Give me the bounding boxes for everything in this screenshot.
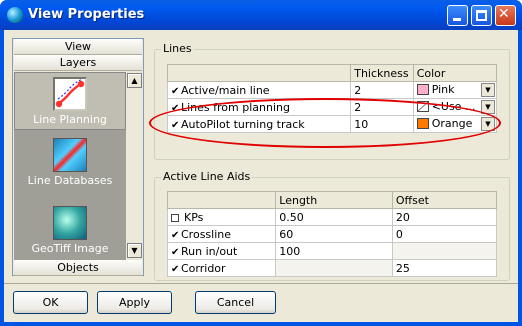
length-cell[interactable]: 0.50 (275, 208, 393, 226)
table-row: ✔ Lines from planning 2 <Use ... ▼ (166, 98, 498, 116)
close-icon[interactable]: ✕ (495, 5, 516, 26)
cancel-button[interactable]: Cancel (195, 291, 276, 314)
table-row: ✔ Active/main line 2 Pink ▼ (166, 81, 498, 99)
view-tab[interactable]: View (14, 39, 142, 55)
offset-cell[interactable]: 0 (391, 225, 498, 243)
table-row: ✔ Crossline 60 0 (166, 225, 498, 243)
scroll-up-icon[interactable]: ▲ (127, 73, 142, 88)
app-icon (7, 7, 23, 23)
active-line-aids-group: Active Line Aids Length Offset KPs 0.50 … (154, 170, 510, 281)
color-dropdown-icon[interactable]: ▼ (481, 117, 495, 131)
color-cell[interactable]: <Use ... ▼ (412, 98, 498, 116)
layers-tab[interactable]: Layers (14, 55, 142, 71)
pink-swatch (416, 84, 429, 95)
lines-group: Lines Thickness Color ✔ Active/main line … (154, 42, 510, 160)
ok-button[interactable]: OK (13, 291, 88, 314)
lines-table: Thickness Color ✔ Active/main line 2 Pink… (166, 64, 498, 133)
line-name-cell[interactable]: ✔ Active/main line (166, 81, 352, 99)
view-properties-window: View Properties ✕ View Layers Line Plann… (0, 0, 522, 326)
color-dropdown-icon[interactable]: ▼ (481, 100, 495, 114)
kps-checkbox[interactable] (171, 213, 179, 222)
run-in-out-checkbox[interactable]: ✔ (171, 247, 181, 258)
corridor-checkbox[interactable]: ✔ (171, 264, 181, 275)
line-databases-label: Line Databases (27, 174, 113, 187)
crossline-checkbox[interactable]: ✔ (171, 230, 181, 241)
geotiff-image-icon (53, 206, 87, 240)
aid-name-cell[interactable]: ✔ Run in/out (166, 242, 277, 260)
geotiff-image-label: GeoTiff Image (31, 242, 109, 255)
aid-name-cell[interactable]: ✔ Crossline (166, 225, 277, 243)
scroll-down-icon[interactable]: ▼ (127, 243, 142, 258)
aids-header-offset: Offset (391, 191, 498, 209)
sidebar-item-geotiff-image[interactable]: GeoTiff Image (14, 206, 126, 255)
divider (4, 283, 518, 284)
sidebar-item-line-planning[interactable]: Line Planning (14, 72, 126, 130)
length-cell[interactable]: 100 (275, 242, 393, 260)
title-bar[interactable]: View Properties ✕ (0, 0, 522, 30)
sidebar-item-line-databases[interactable]: Line Databases (14, 138, 126, 187)
offset-cell[interactable]: 25 (391, 259, 498, 277)
aids-header-name (166, 191, 277, 209)
category-panel: View Layers Line Planning Line Databases… (12, 38, 144, 276)
active-line-aids-title: Active Line Aids (161, 170, 253, 183)
use-default-swatch (416, 101, 429, 112)
active-main-line-checkbox[interactable]: ✔ (171, 86, 181, 97)
lines-header-color: Color (412, 64, 498, 82)
thickness-cell[interactable]: 2 (350, 81, 414, 99)
orange-swatch (416, 118, 429, 129)
objects-tab[interactable]: Objects (14, 260, 142, 276)
aid-name-cell[interactable]: ✔ Corridor (166, 259, 277, 277)
lines-header-name (166, 64, 352, 82)
aids-table: Length Offset KPs 0.50 20 ✔ Crossline 60 … (166, 191, 498, 277)
thickness-cell[interactable]: 10 (350, 115, 414, 133)
dialog-body: View Layers Line Planning Line Databases… (4, 30, 518, 322)
maximize-icon[interactable] (471, 5, 492, 26)
table-row: ✔ Corridor 25 (166, 259, 498, 277)
table-row: ✔ Run in/out 100 (166, 242, 498, 260)
apply-button[interactable]: Apply (97, 291, 172, 314)
aids-header-length: Length (275, 191, 393, 209)
lines-header-thickness: Thickness (350, 64, 414, 82)
color-cell[interactable]: Orange ▼ (412, 115, 498, 133)
length-cell[interactable]: 60 (275, 225, 393, 243)
layers-scrollbar[interactable]: ▲ ▼ (126, 72, 143, 260)
line-name-cell[interactable]: ✔ AutoPilot turning track (166, 115, 352, 133)
thickness-cell[interactable]: 2 (350, 98, 414, 116)
line-planning-label: Line Planning (33, 113, 107, 126)
lines-from-planning-checkbox[interactable]: ✔ (171, 103, 181, 114)
lines-group-title: Lines (161, 42, 194, 55)
autopilot-turning-track-checkbox[interactable]: ✔ (171, 120, 181, 131)
line-name-cell[interactable]: ✔ Lines from planning (166, 98, 352, 116)
table-row: KPs 0.50 20 (166, 208, 498, 226)
length-cell[interactable] (275, 259, 393, 277)
offset-cell[interactable]: 20 (391, 208, 498, 226)
aid-name-cell[interactable]: KPs (166, 208, 277, 226)
line-databases-icon (53, 138, 87, 172)
table-row: ✔ AutoPilot turning track 10 Orange ▼ (166, 115, 498, 133)
minimize-icon[interactable] (447, 5, 468, 26)
color-dropdown-icon[interactable]: ▼ (481, 83, 495, 97)
color-cell[interactable]: Pink ▼ (412, 81, 498, 99)
window-title: View Properties (28, 7, 145, 22)
layers-list: Line Planning Line Databases GeoTiff Ima… (14, 72, 126, 260)
line-planning-icon (53, 77, 87, 111)
offset-cell[interactable] (391, 242, 498, 260)
